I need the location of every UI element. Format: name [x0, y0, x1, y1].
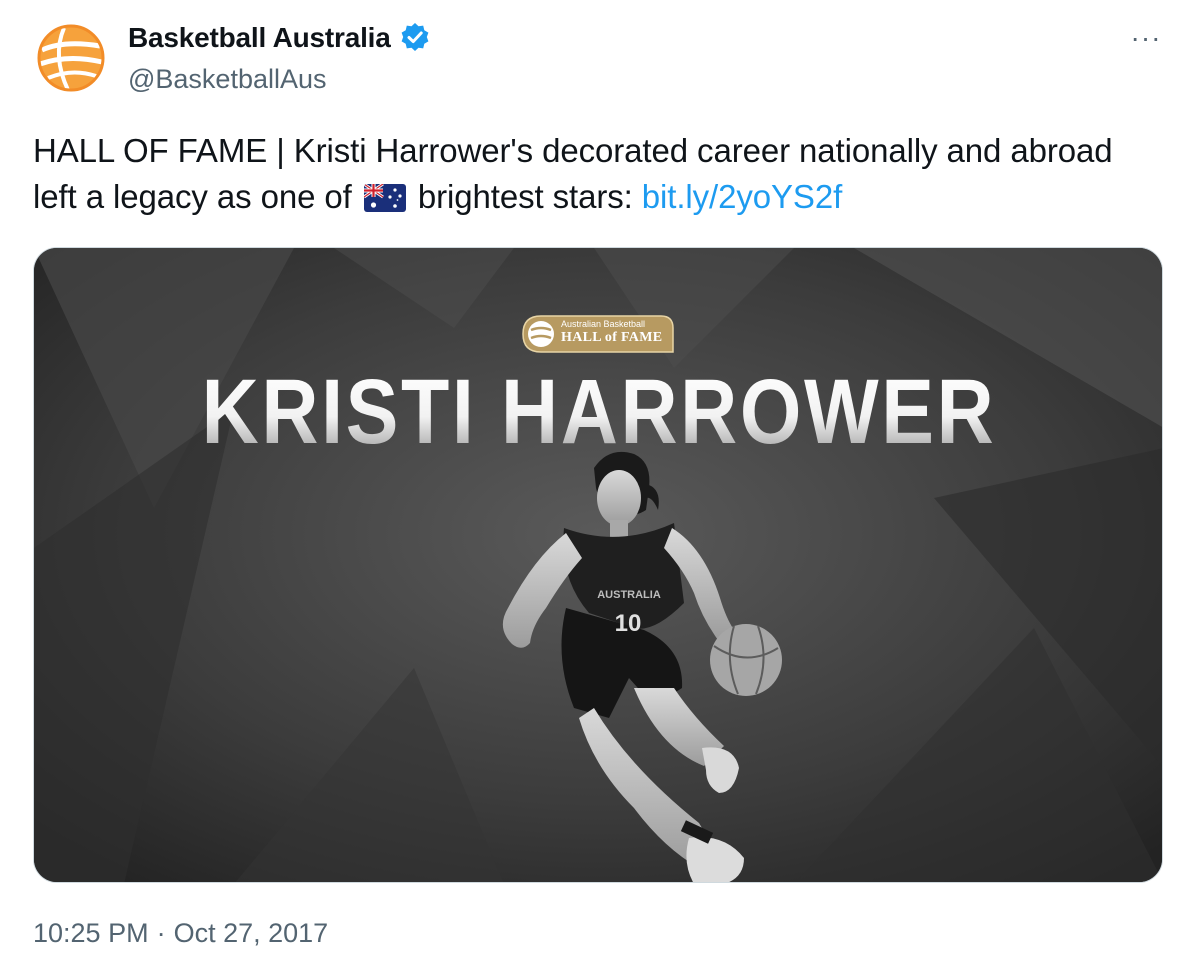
author-name-row: Basketball Australia — [128, 22, 431, 54]
timestamp-date[interactable]: Oct 27, 2017 — [174, 918, 329, 949]
tweet-timestamp: 10:25 PM · Oct 27, 2017 — [33, 918, 328, 949]
timestamp-time[interactable]: 10:25 PM — [33, 918, 149, 949]
tweet-text-part2: brightest stars: — [408, 178, 642, 215]
author-handle[interactable]: @BasketballAus — [128, 64, 327, 95]
tweet-media-image[interactable]: AUSTRALIA 10 Australian Basketball HALL … — [33, 247, 1163, 883]
basketball-logo-icon — [34, 20, 108, 94]
author-avatar[interactable] — [34, 20, 108, 94]
badge-line2: HALL of FAME — [561, 330, 663, 345]
tweet-link[interactable]: bit.ly/2yoYS2f — [642, 178, 842, 215]
tweet-text: HALL OF FAME | Kristi Harrower's decorat… — [33, 128, 1153, 220]
jersey-text: AUSTRALIA — [597, 589, 661, 601]
tweet-card: Basketball Australia @BasketballAus ··· … — [0, 0, 1190, 980]
media-headline: KRISTI HARROWER — [113, 366, 1085, 458]
australia-flag-icon — [363, 184, 406, 212]
jersey-number: 10 — [615, 610, 642, 637]
timestamp-separator: · — [156, 918, 166, 948]
more-dots-icon: ··· — [1130, 22, 1162, 53]
more-options-button[interactable]: ··· — [1124, 20, 1168, 56]
badge-line1: Australian Basketball — [561, 319, 646, 329]
hall-of-fame-badge: Australian Basketball HALL of FAME — [521, 314, 675, 354]
verified-badge-icon — [399, 22, 431, 54]
author-display-name[interactable]: Basketball Australia — [128, 22, 391, 54]
